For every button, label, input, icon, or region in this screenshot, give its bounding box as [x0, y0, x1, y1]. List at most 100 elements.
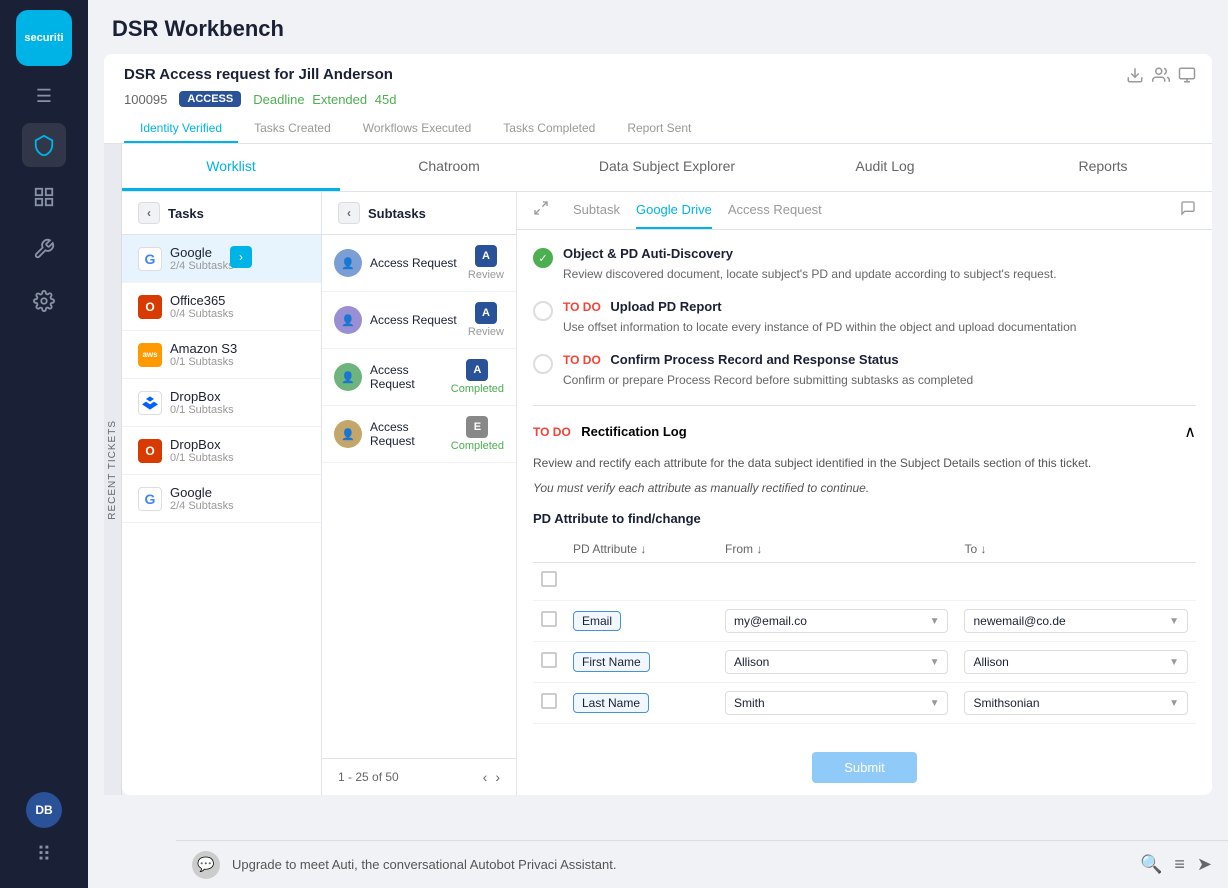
tab-chatroom[interactable]: Chatroom: [340, 144, 558, 191]
user-icon[interactable]: [1152, 66, 1170, 89]
subtask-avatar: 👤: [334, 363, 362, 391]
comment-icon[interactable]: [1180, 200, 1196, 221]
detail-tab-access-request[interactable]: Access Request: [728, 192, 822, 229]
pd-section-title: PD Attribute to find/change: [533, 511, 1196, 526]
task-subtask-count: 2/4 Subtasks: [170, 500, 305, 512]
dsr-tab-tasks-completed[interactable]: Tasks Completed: [487, 115, 611, 143]
table-row: First Name Allison ▼: [533, 642, 1196, 683]
user-avatar[interactable]: DB: [26, 792, 62, 828]
sidebar-item-dashboard[interactable]: [22, 175, 66, 219]
dsr-tab-tasks-created[interactable]: Tasks Created: [238, 115, 347, 143]
recent-tickets-tab[interactable]: RECENT TICKETS: [104, 144, 122, 795]
subtask-info: Access Request: [370, 420, 443, 448]
row-checkbox-email[interactable]: [541, 611, 557, 627]
from-header: From ↓: [725, 542, 762, 556]
task-item[interactable]: G Google 2/4 Subtasks: [122, 475, 321, 523]
deadline-days: 45d: [375, 92, 397, 107]
task-name: DropBox: [170, 389, 305, 404]
row-checkbox-lastname[interactable]: [541, 693, 557, 709]
to-select-email[interactable]: newemail@co.de ▼: [964, 609, 1188, 633]
expand-button[interactable]: ›: [230, 246, 252, 268]
task-item[interactable]: G Google 2/4 Subtasks: [122, 235, 321, 283]
dsr-tab-report-sent[interactable]: Report Sent: [611, 115, 707, 143]
send-icon[interactable]: ➤: [1197, 854, 1212, 875]
task-detail-title: TO DO Upload PD Report: [563, 299, 1196, 314]
sidebar-bottom: DB ⠿: [26, 792, 62, 888]
tab-reports[interactable]: Reports: [994, 144, 1212, 191]
main-tabs: Worklist Chatroom Data Subject Explorer …: [122, 144, 1212, 192]
from-cell-empty: [717, 563, 956, 601]
task-info: Amazon S3 0/1 Subtasks: [170, 341, 305, 368]
table-row-header: [533, 563, 1196, 601]
rect-description: Review and rectify each attribute for th…: [533, 454, 1196, 473]
rectification-header[interactable]: TO DO Rectification Log ∧: [533, 410, 1196, 454]
content-area: DSR Access request for Jill Anderson 100…: [88, 42, 1228, 880]
sidebar-item-shield[interactable]: [22, 123, 66, 167]
detail-content: ✓ Object & PD Auti-Discovery Review disc…: [517, 230, 1212, 740]
to-cell: newemail@co.de ▼: [956, 601, 1196, 642]
task-name: Office365: [170, 293, 305, 308]
dsr-meta: 100095 ACCESS Deadline Extended 45d: [124, 91, 1192, 107]
detail-panel: Subtask Google Drive Access Request ✓: [517, 192, 1212, 795]
dsr-tab-identity[interactable]: Identity Verified: [124, 115, 238, 143]
from-select-lastname[interactable]: Smith ▼: [725, 691, 948, 715]
submit-button[interactable]: Submit: [812, 752, 916, 783]
hamburger-icon[interactable]: ☰: [36, 86, 52, 107]
to-select-lastname[interactable]: Smithsonian ▼: [964, 691, 1188, 715]
detail-tab-icons: [1180, 200, 1196, 221]
detail-expand-icon[interactable]: [533, 200, 549, 221]
tab-worklist[interactable]: Worklist: [122, 144, 340, 191]
next-page-btn[interactable]: ›: [495, 769, 500, 785]
subtask-info: Access Request: [370, 313, 460, 327]
rect-todo-label: TO DO: [533, 425, 571, 439]
prev-page-btn[interactable]: ‹: [483, 769, 488, 785]
from-select-email[interactable]: my@email.co ▼: [725, 609, 948, 633]
from-select-firstname[interactable]: Allison ▼: [725, 650, 948, 674]
submit-section: Submit: [517, 740, 1212, 795]
monitor-icon[interactable]: [1178, 66, 1196, 89]
dsr-header-icons: [1126, 66, 1196, 89]
subtask-avatar: 👤: [334, 420, 362, 448]
bottom-bar-icons: 🔍 ≡ ➤: [1140, 854, 1212, 875]
tasks-header-label: Tasks: [168, 206, 204, 221]
subtask-right: A Review: [468, 245, 504, 281]
row-checkbox-firstname[interactable]: [541, 652, 557, 668]
task-detail-content: Object & PD Auti-Discovery Review discov…: [563, 246, 1196, 283]
google2-icon: G: [138, 487, 162, 511]
sidebar-item-tools[interactable]: [22, 227, 66, 271]
subtask-item[interactable]: 👤 Access Request A Completed: [322, 349, 516, 406]
subtask-info: Access Request: [370, 256, 460, 270]
task-item[interactable]: DropBox 0/1 Subtasks: [122, 379, 321, 427]
export-icon[interactable]: [1126, 66, 1144, 89]
to-select-firstname[interactable]: Allison ▼: [964, 650, 1188, 674]
tab-data-subject-explorer[interactable]: Data Subject Explorer: [558, 144, 776, 191]
detail-tab-subtask[interactable]: Subtask: [573, 192, 620, 229]
app-logo[interactable]: securiti: [16, 10, 72, 66]
collapse-icon[interactable]: ∧: [1184, 422, 1196, 442]
task-item[interactable]: aws Amazon S3 0/1 Subtasks: [122, 331, 321, 379]
row-checkbox-empty[interactable]: [541, 571, 557, 587]
task-detail-content: TO DO Confirm Process Record and Respons…: [563, 352, 1196, 389]
logo-text: securiti: [24, 32, 63, 44]
deadline-status: Extended: [312, 92, 367, 107]
task-item[interactable]: O Office365 0/4 Subtasks: [122, 283, 321, 331]
subtasks-collapse-btn[interactable]: ‹: [338, 202, 360, 224]
office-icon: O: [138, 295, 162, 319]
sidebar-item-settings[interactable]: [22, 279, 66, 323]
subtask-item[interactable]: 👤 Access Request A Review: [322, 235, 516, 292]
to-cell: Allison ▼: [956, 642, 1196, 683]
tasks-collapse-btn[interactable]: ‹: [138, 202, 160, 224]
tab-audit-log[interactable]: Audit Log: [776, 144, 994, 191]
detail-tab-google-drive[interactable]: Google Drive: [636, 192, 712, 229]
dsr-deadline: Deadline Extended 45d: [253, 92, 396, 107]
grid-icon[interactable]: ⠿: [26, 836, 62, 872]
subtask-item[interactable]: 👤 Access Request E Completed: [322, 406, 516, 463]
search-icon[interactable]: 🔍: [1140, 854, 1162, 875]
google-icon: G: [138, 247, 162, 271]
filter-icon[interactable]: ≡: [1174, 854, 1185, 875]
task-list: G Google 2/4 Subtasks O Office365 0/4 Su…: [122, 235, 321, 795]
col-from: From ↓: [717, 536, 956, 563]
task-item[interactable]: O DropBox 0/1 Subtasks: [122, 427, 321, 475]
dsr-tab-workflows[interactable]: Workflows Executed: [347, 115, 488, 143]
subtask-item[interactable]: 👤 Access Request A Review: [322, 292, 516, 349]
